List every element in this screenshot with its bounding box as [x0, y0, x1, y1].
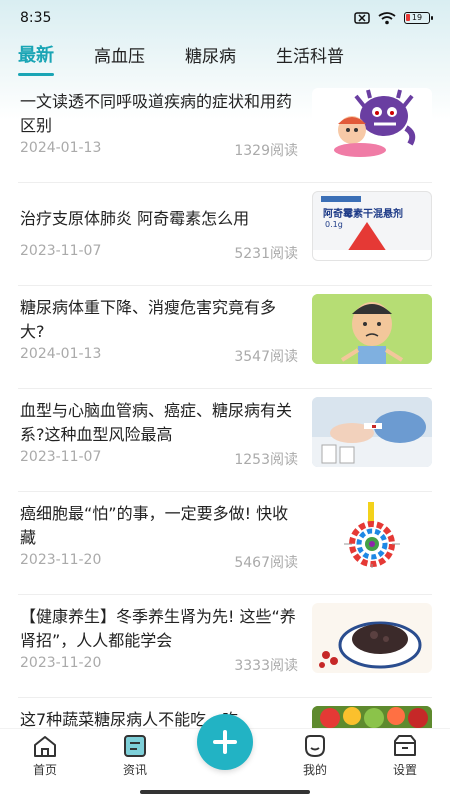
wifi-icon: [378, 11, 396, 24]
article-title: 癌细胞最“怕”的事，一定要多做! 快收藏: [20, 504, 289, 547]
article-title: 治疗支原体肺炎 阿奇霉素怎么用: [20, 209, 250, 228]
article-item[interactable]: 治疗支原体肺炎 阿奇霉素怎么用 2023-11-07 5231阅读 阿奇霉素干混…: [18, 183, 432, 286]
article-date: 2023-11-07: [20, 449, 102, 465]
nav-profile-label: 我的: [302, 763, 327, 777]
drug-dose-label: 0.1g: [325, 220, 343, 229]
article-reads: 3547阅读: [234, 349, 298, 365]
virus-cartoon-image: [312, 88, 432, 158]
status-bar: 8:35 19: [0, 0, 450, 36]
plus-icon: [213, 730, 237, 754]
article-reads: 3333阅读: [234, 658, 298, 674]
nav-news[interactable]: 资讯: [105, 734, 165, 778]
article-date: 2023-11-07: [20, 243, 102, 259]
article-item[interactable]: 糖尿病体重下降、消瘦危害究竟有多大? 2024-01-13 3547阅读: [18, 286, 432, 389]
black-sesame-soup-image: [312, 603, 432, 673]
article-item[interactable]: 血型与心脑血管病、癌症、糖尿病有关系?这种血型风险最高 2023-11-07 1…: [18, 389, 432, 492]
article-title: 这7种蔬菜糖尿病人不能吃、吃: [20, 710, 239, 728]
sim-off-icon: [354, 12, 370, 24]
tab-latest[interactable]: 最新: [18, 41, 54, 76]
status-time: 8:35: [20, 10, 52, 26]
add-button[interactable]: [197, 714, 253, 770]
article-title: 一文读透不同呼吸道疾病的症状和用药区别: [20, 92, 293, 135]
category-tabs: 最新 高血压 糖尿病 生活科普: [0, 36, 450, 76]
tab-diabetes[interactable]: 糖尿病: [185, 42, 236, 67]
settings-icon: [394, 735, 416, 756]
battery-level: 19: [411, 13, 423, 22]
article-item[interactable]: 【健康养生】冬季养生肾为先! 这些“养肾招”，人人都能学会 2023-11-20…: [18, 595, 432, 698]
profile-icon: [305, 735, 325, 758]
tab-hypertension[interactable]: 高血压: [94, 42, 145, 67]
tab-lifestyle[interactable]: 生活科普: [276, 42, 344, 67]
nav-home[interactable]: 首页: [15, 734, 75, 778]
home-icon: [34, 736, 56, 757]
nav-home-label: 首页: [32, 763, 57, 777]
article-item[interactable]: 癌细胞最“怕”的事，一定要多做! 快收藏 2023-11-20 5467阅读: [18, 492, 432, 595]
status-icons: 19: [354, 11, 433, 25]
azithromycin-box-image: 阿奇霉素干混悬剂 0.1g: [312, 191, 432, 261]
color-wheel-image: [312, 500, 432, 570]
drug-name-label: 阿奇霉素干混悬剂: [323, 209, 403, 220]
article-title: 血型与心脑血管病、癌症、糖尿病有关系?这种血型风险最高: [20, 401, 293, 444]
article-date: 2023-11-20: [20, 655, 102, 671]
article-reads: 5231阅读: [234, 246, 298, 262]
article-item[interactable]: 一文读透不同呼吸道疾病的症状和用药区别 2024-01-13 1329阅读: [18, 80, 432, 183]
article-reads: 1329阅读: [234, 143, 298, 159]
article-title: 【健康养生】冬季养生肾为先! 这些“养肾招”，人人都能学会: [20, 607, 296, 650]
nav-settings[interactable]: 设置: [375, 734, 435, 778]
article-date: 2024-01-13: [20, 346, 102, 362]
nav-profile[interactable]: 我的: [285, 734, 345, 778]
blood-test-image: [312, 397, 432, 467]
article-date: 2024-01-13: [20, 140, 102, 156]
article-reads: 5467阅读: [234, 555, 298, 571]
article-reads: 1253阅读: [234, 452, 298, 468]
thin-boy-cartoon-image: [312, 294, 432, 364]
home-indicator: [140, 790, 310, 794]
nav-settings-label: 设置: [392, 763, 417, 777]
vegetables-image: [312, 706, 432, 728]
article-title: 糖尿病体重下降、消瘦危害究竟有多大?: [20, 298, 277, 341]
nav-news-label: 资讯: [122, 763, 147, 777]
article-date: 2023-11-20: [20, 552, 102, 568]
battery-icon: 19: [404, 12, 433, 24]
article-list: 一文读透不同呼吸道疾病的症状和用药区别 2024-01-13 1329阅读 治疗…: [0, 80, 450, 728]
news-icon: [124, 735, 146, 757]
